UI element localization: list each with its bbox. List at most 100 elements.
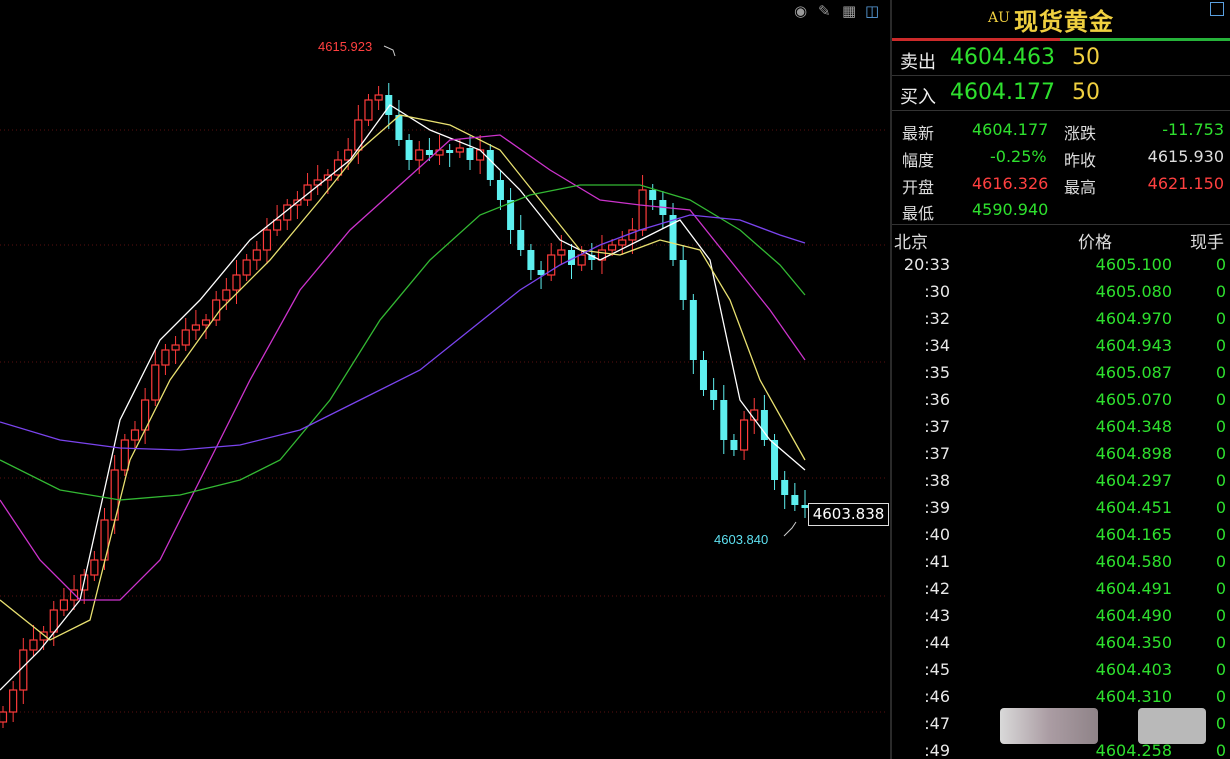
candle-body	[486, 150, 494, 180]
watermark	[1138, 708, 1206, 744]
candle-body	[649, 190, 657, 200]
tick-price: 4604.970	[1095, 309, 1172, 328]
candle-body	[618, 239, 627, 246]
open-value: 4616.326	[972, 174, 1049, 193]
candle-body	[405, 140, 413, 160]
candle-body	[9, 689, 18, 713]
candle-body	[689, 300, 697, 360]
eye-icon[interactable]: ◉	[794, 2, 807, 20]
header-time: 北京	[894, 233, 928, 253]
candle-body	[455, 147, 464, 153]
latest-label: 最新	[902, 124, 935, 143]
ma20-line	[0, 134, 806, 601]
candle-body	[537, 270, 545, 275]
open-label: 开盘	[902, 178, 935, 197]
buy-label: 买入	[900, 87, 936, 108]
sell-qty: 50	[1072, 45, 1100, 70]
candle-body	[130, 429, 140, 441]
chart-grid	[0, 129, 888, 713]
tick-time: :43	[924, 606, 950, 625]
tick-price: 4605.080	[1095, 282, 1172, 301]
tick-row: :45 4604.403 0	[892, 658, 1230, 685]
header-vol: 现手	[1190, 233, 1224, 253]
candle-body	[476, 149, 485, 161]
tick-row: :35 4605.087 0	[892, 361, 1230, 388]
high-price-label: 4615.923	[318, 39, 372, 54]
tick-vol: 0	[1215, 255, 1226, 274]
candle-body	[191, 324, 200, 331]
tick-row: :30 4605.080 0	[892, 280, 1230, 307]
ma60-line	[0, 214, 806, 451]
candle-body	[212, 299, 221, 321]
tick-vol: 0	[1215, 714, 1226, 733]
ma5-line	[0, 104, 806, 691]
tick-row: :37 4604.898 0	[892, 442, 1230, 469]
tick-price: 4604.491	[1095, 579, 1172, 598]
grid-icon[interactable]: ▦	[842, 2, 856, 20]
candlestick-chart[interactable]: 4615.923 4603.840	[0, 0, 890, 759]
tick-price: 4604.310	[1095, 687, 1172, 706]
buy-row: 买入 4604.177 50	[892, 76, 1230, 111]
candle-body	[232, 274, 241, 291]
latest-value: 4604.177	[972, 120, 1049, 139]
candle-body	[161, 349, 170, 366]
candle-body	[151, 364, 160, 401]
candles	[0, 83, 809, 728]
tick-price: 4604.403	[1095, 660, 1172, 679]
tick-vol: 0	[1215, 363, 1226, 382]
tick-price: 4605.087	[1095, 363, 1172, 382]
low-price-label: 4603.840	[714, 532, 768, 547]
tick-row: :44 4604.350 0	[892, 631, 1230, 658]
tick-row: :40 4604.165 0	[892, 523, 1230, 550]
tick-price: 4604.580	[1095, 552, 1172, 571]
tick-vol: 0	[1215, 336, 1226, 355]
layout-icon[interactable]: ◫	[865, 2, 879, 20]
prev-value: 4615.930	[1147, 147, 1224, 166]
candle-body	[527, 250, 535, 270]
tick-vol: 0	[1215, 741, 1226, 759]
tick-time: :30	[924, 282, 950, 301]
tick-row: :41 4604.580 0	[892, 550, 1230, 577]
tick-vol: 0	[1215, 471, 1226, 490]
tick-vol: 0	[1215, 579, 1226, 598]
candle-body	[364, 99, 373, 121]
change-value: -11.753	[1162, 120, 1224, 139]
candle-body	[791, 495, 799, 505]
candle-body	[720, 400, 728, 440]
tick-time: :38	[924, 471, 950, 490]
tick-time: :46	[924, 687, 950, 706]
window-icon[interactable]	[1210, 2, 1224, 16]
tick-time: :37	[924, 444, 950, 463]
buy-price: 4604.177	[950, 80, 1055, 105]
candle-body	[699, 360, 707, 390]
candle-body	[739, 419, 749, 451]
moving-averages	[0, 104, 806, 691]
tick-time: :42	[924, 579, 950, 598]
sell-price: 4604.463	[950, 45, 1055, 70]
pencil-icon[interactable]: ✎	[818, 2, 831, 20]
candle-body	[0, 711, 8, 723]
tick-time: :32	[924, 309, 950, 328]
candle-body	[415, 149, 424, 161]
tick-row: :37 4604.348 0	[892, 415, 1230, 442]
tick-row: :38 4604.297 0	[892, 469, 1230, 496]
candle-body	[181, 329, 190, 346]
tick-time: :41	[924, 552, 950, 571]
low-label: 最低	[902, 204, 935, 223]
candle-body	[466, 148, 474, 160]
tick-time: :34	[924, 336, 950, 355]
tick-time: :39	[924, 498, 950, 517]
high-arrow	[383, 45, 396, 57]
tick-row: :39 4604.451 0	[892, 496, 1230, 523]
tick-price: 4604.898	[1095, 444, 1172, 463]
candle-body	[446, 150, 454, 153]
candle-body	[262, 229, 272, 251]
candle-body	[90, 559, 99, 576]
ticks-header: 北京 价格 现手	[892, 225, 1230, 253]
candle-body	[29, 639, 38, 651]
candle-body	[201, 319, 211, 326]
candle-body	[252, 249, 261, 261]
candle-body	[781, 480, 789, 495]
instrument-name: 现货黄金	[1014, 8, 1114, 36]
tick-vol: 0	[1215, 498, 1226, 517]
